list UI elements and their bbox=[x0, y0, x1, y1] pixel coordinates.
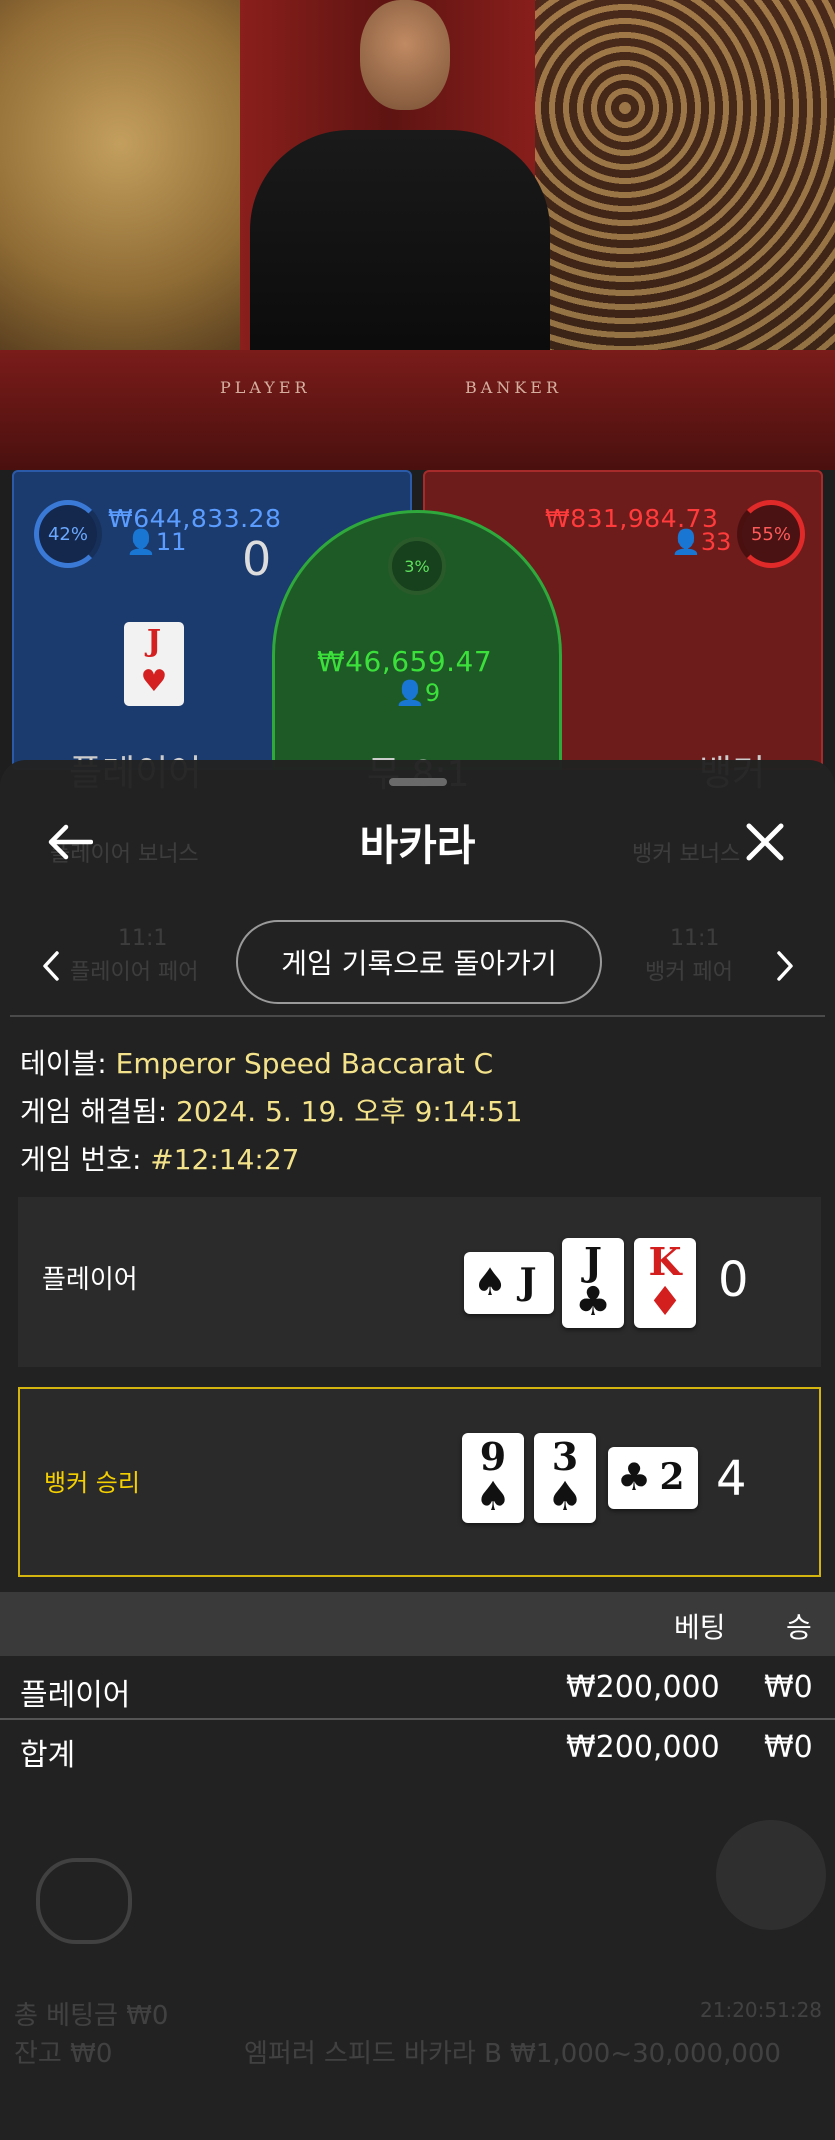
banker-bettors: 👤33 bbox=[671, 528, 732, 556]
total-win: ₩0 bbox=[764, 1730, 813, 1765]
ghost-odds-right: 11:1 bbox=[670, 926, 720, 951]
back-to-history-button[interactable]: 게임 기록으로 돌아가기 bbox=[236, 920, 602, 1004]
dealer bbox=[250, 0, 550, 360]
banker-win-label: 뱅커 승리 bbox=[44, 1469, 140, 1497]
game-table bbox=[0, 350, 835, 470]
resolved-info: 게임 해결됨: 2024. 5. 19. 오후 9:14:51 bbox=[20, 1095, 523, 1128]
player-card-3: K ♦ bbox=[634, 1238, 696, 1328]
player-score: 0 bbox=[242, 532, 272, 586]
win-amount: ₩0 bbox=[764, 1670, 813, 1705]
resolved-time: 2024. 5. 19. 오후 9:14:51 bbox=[176, 1095, 523, 1128]
tie-bet-amount: ₩46,659.47 bbox=[317, 645, 493, 678]
player-percent-ring: 42% bbox=[34, 500, 102, 568]
player-card: J ♥ bbox=[124, 622, 184, 706]
game-number-info: 게임 번호: #12:14:27 bbox=[20, 1143, 300, 1176]
game-number: #12:14:27 bbox=[150, 1143, 300, 1176]
banker-percent-ring: 55% bbox=[737, 500, 805, 568]
table-banker-label: BANKER bbox=[465, 378, 562, 397]
wall-decoration-left bbox=[0, 0, 240, 360]
player-card-1: J ♠ bbox=[464, 1252, 554, 1314]
table-limit-footer: 엠퍼러 스피드 바카라 B ₩1,000~30,000,000 bbox=[244, 2039, 781, 2069]
wall-decoration-right bbox=[535, 0, 835, 360]
menu-button bbox=[716, 1820, 826, 1930]
divider bbox=[10, 1015, 825, 1017]
sheet-grabber[interactable] bbox=[389, 778, 447, 786]
total-bet-footer: 총 베팅금 ₩0 bbox=[14, 2001, 169, 2031]
col-bet: 베팅 bbox=[674, 1611, 726, 1644]
col-win: 승 bbox=[786, 1611, 812, 1644]
banker-hand: 뱅커 승리 9 ♠ 3 ♠ 2 ♣ 4 bbox=[18, 1387, 821, 1577]
tie-bettors: 👤9 bbox=[395, 679, 441, 707]
bets-table-header: 베팅 승 bbox=[0, 1592, 835, 1656]
game-detail-sheet: 바카라 플레이어 보너스 뱅커 보너스 11:1 플레이어 페어 게임 기록으로… bbox=[0, 760, 835, 2140]
ghost-player-bonus: 플레이어 보너스 bbox=[50, 842, 199, 867]
player-bettors: 👤11 bbox=[126, 528, 187, 556]
table-row: 플레이어 ₩200,000 ₩0 bbox=[0, 1660, 835, 1716]
ghost-odds-left: 11:1 bbox=[118, 926, 168, 951]
total-label: 합계 bbox=[20, 1738, 76, 1773]
banker-card-3: 2 ♣ bbox=[608, 1447, 698, 1509]
tie-percent-ring: 3% bbox=[388, 537, 446, 595]
person-icon: 👤 bbox=[671, 528, 701, 556]
chat-icon bbox=[36, 1858, 132, 1944]
ghost-player-pair: 플레이어 페어 bbox=[70, 960, 199, 985]
bet-amount: ₩200,000 bbox=[566, 1670, 720, 1705]
banker-card-1: 9 ♠ bbox=[462, 1433, 524, 1523]
clock-footer: 21:20:51:28 bbox=[700, 1998, 823, 2022]
chevron-left-icon bbox=[43, 951, 59, 981]
bet-name: 플레이어 bbox=[20, 1678, 131, 1713]
close-icon bbox=[746, 823, 784, 861]
table-player-label: PLAYER bbox=[220, 378, 311, 397]
player-card-2: J ♣ bbox=[562, 1238, 624, 1328]
ghost-banker-bonus: 뱅커 보너스 bbox=[632, 842, 741, 867]
person-icon: 👤 bbox=[395, 679, 425, 707]
previous-game-button[interactable] bbox=[26, 936, 76, 996]
banker-hand-score: 4 bbox=[716, 1451, 747, 1507]
total-row: 합계 ₩200,000 ₩0 bbox=[0, 1720, 835, 1776]
player-hand: 플레이어 J ♠ J ♣ K ♦ 0 bbox=[18, 1197, 821, 1367]
chevron-right-icon bbox=[777, 951, 793, 981]
table-name: Emperor Speed Baccarat C bbox=[115, 1047, 494, 1080]
betting-board: 42% ₩644,833.28 👤11 0 J♥ 플레이어 ₩831,984.7… bbox=[0, 470, 835, 795]
history-nav: 11:1 플레이어 페어 게임 기록으로 돌아가기 11:1 뱅커 페어 bbox=[0, 920, 835, 1010]
total-bet: ₩200,000 bbox=[566, 1730, 720, 1765]
ghost-banker-pair: 뱅커 페어 bbox=[645, 960, 733, 985]
table-info: 테이블: Emperor Speed Baccarat C bbox=[20, 1047, 494, 1080]
player-hand-label: 플레이어 bbox=[42, 1265, 138, 1295]
balance-footer: 잔고 ₩0 bbox=[14, 2039, 113, 2069]
person-icon: 👤 bbox=[126, 528, 156, 556]
player-hand-score: 0 bbox=[718, 1252, 749, 1308]
live-video: PLAYER BANKER bbox=[0, 0, 835, 470]
banker-card-2: 3 ♠ bbox=[534, 1433, 596, 1523]
close-button[interactable] bbox=[735, 812, 795, 872]
next-game-button[interactable] bbox=[760, 936, 810, 996]
